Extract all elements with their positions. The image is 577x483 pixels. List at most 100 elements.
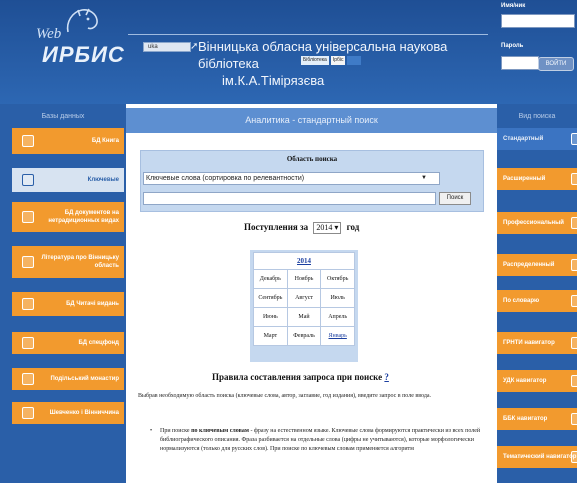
database-icon xyxy=(22,174,34,186)
search-type-heading: Вид поиска xyxy=(518,113,556,120)
language-select[interactable]: uka xyxy=(143,42,191,52)
arrivals-suffix: год xyxy=(346,222,360,233)
calendar-month: Декабрь xyxy=(253,269,288,289)
search-type-icon xyxy=(571,337,577,349)
search-type-item-8[interactable]: Тематический навигатор xyxy=(497,446,577,468)
login-button[interactable]: ВОЙТИ xyxy=(538,57,574,71)
search-type-item-0[interactable]: Стандартный xyxy=(497,128,577,150)
password-label: Пароль xyxy=(501,43,524,49)
search-type-icon xyxy=(571,413,577,425)
search-type-icon xyxy=(571,217,577,229)
calendar-month: Ноябрь xyxy=(286,269,322,289)
search-type-item-4[interactable]: По словарю xyxy=(497,290,577,312)
calendar-month: Июль xyxy=(320,288,355,308)
logo[interactable]: Web ИРБИС xyxy=(22,6,124,86)
sidebar-item-label: Подільський монастир xyxy=(50,376,119,382)
header-divider xyxy=(128,34,488,35)
login-input[interactable] xyxy=(501,14,575,28)
calendar-month: Октябрь xyxy=(320,269,355,289)
year-select[interactable]: 2014 ▾ xyxy=(313,222,342,234)
sidebar-item-label: Література про Вінницьку область xyxy=(41,255,119,269)
calendar-year-link[interactable]: 2014 xyxy=(253,252,355,270)
search-type-label: По словарю xyxy=(503,298,540,304)
calendar-month: Сентябрь xyxy=(253,288,288,308)
help-link[interactable]: ? xyxy=(384,372,389,382)
calendar-month: Август xyxy=(286,288,322,308)
search-type-icon xyxy=(571,133,577,145)
search-type-label: Профессиональный xyxy=(503,220,564,226)
calendar-month: Май xyxy=(286,307,322,327)
database-icon xyxy=(22,211,34,223)
sidebar-item-db-1[interactable]: Ключевые xyxy=(12,168,124,192)
database-icon xyxy=(22,135,34,147)
calendar-month: Апрель xyxy=(320,307,355,327)
sidebar-item-db-7[interactable]: Шевченко і Вінниччина xyxy=(12,402,124,424)
search-type-icon xyxy=(571,173,577,185)
search-type-item-5[interactable]: ГРНТИ навигатор xyxy=(497,332,577,354)
library-name-line1: Вінницька обласна універсальна наукова б… xyxy=(198,39,448,71)
keywords-emphasis: по ключевым словам xyxy=(191,428,249,434)
sidebar-item-db-6[interactable]: Подільський монастир xyxy=(12,368,124,390)
search-type-label: УДК навигатор xyxy=(503,378,547,384)
sidebar-item-label: БД спецфонд xyxy=(78,340,119,346)
search-type-item-1[interactable]: Расширенный xyxy=(497,168,577,190)
database-icon xyxy=(22,337,34,349)
badge-1[interactable]: Бібліотека xyxy=(301,56,329,65)
search-type-item-7[interactable]: ББК навигатор xyxy=(497,408,577,430)
sidebar-item-label: БД Читачі видань xyxy=(66,301,119,307)
arrivals-label: Поступления за xyxy=(244,222,309,233)
library-name-line2: ім.К.А.Тімірязєва xyxy=(222,73,325,88)
calendar-month[interactable]: Январь xyxy=(320,326,355,346)
database-icon xyxy=(22,373,34,385)
search-area-value: Ключевые слова (сортировка по релевантно… xyxy=(146,175,305,182)
database-icon xyxy=(22,256,34,268)
search-area-title: Область поиска xyxy=(286,155,338,163)
password-input[interactable] xyxy=(501,56,539,70)
arrivals-calendar: 2014 Декабрь Ноябрь Октябрь Сентябрь Август И… xyxy=(253,252,355,346)
header-badges: Бібліотека Ірбіс xyxy=(301,56,362,65)
search-area-select[interactable]: Ключевые слова (сортировка по релевантно… xyxy=(143,172,440,185)
search-type-icon xyxy=(571,295,577,307)
logo-irbis-text: ИРБИС xyxy=(42,42,125,67)
sidebar-item-db-3[interactable]: Література про Вінницьку область xyxy=(12,246,124,278)
search-type-item-3[interactable]: Распределенный xyxy=(497,254,577,276)
sidebar-item-db-5[interactable]: БД спецфонд xyxy=(12,332,124,354)
badge-2[interactable]: Ірбіс xyxy=(330,56,346,65)
search-type-item-2[interactable]: Профессиональный xyxy=(497,212,577,234)
search-type-icon xyxy=(571,451,577,463)
calendar-month: Июнь xyxy=(253,307,288,327)
sidebar-item-db-2[interactable]: БД документов на нетрадиционных видах xyxy=(12,202,124,232)
sidebar-item-db-0[interactable]: БД Книга xyxy=(12,128,124,154)
arrivals-row: Поступления за 2014 ▾ год xyxy=(244,222,359,234)
database-icon xyxy=(22,407,34,419)
sidebar-item-db-4[interactable]: БД Читачі видань xyxy=(12,292,124,316)
search-input[interactable] xyxy=(143,192,436,205)
search-type-label: Тематический навигатор xyxy=(503,454,577,460)
sidebar-item-label: Шевченко і Вінниччина xyxy=(49,410,119,416)
login-label: Имя/ник xyxy=(501,3,526,9)
sidebar-item-label: БД Книга xyxy=(91,138,119,144)
logo-web-text: Web xyxy=(36,26,62,42)
rules-bullet-keywords: При поиске по ключевым словам - фразу на… xyxy=(150,427,490,454)
search-type-item-6[interactable]: УДК навигатор xyxy=(497,370,577,392)
databases-heading: Базы данных xyxy=(41,113,85,120)
search-type-icon xyxy=(571,259,577,271)
search-type-label: Расширенный xyxy=(503,176,546,182)
rules-intro: Выбрав необходимую область поиска (ключе… xyxy=(138,393,432,399)
search-type-icon xyxy=(571,375,577,387)
calendar-month: Март xyxy=(253,326,288,346)
search-type-label: ГРНТИ навигатор xyxy=(503,340,555,346)
search-type-label: ББК навигатор xyxy=(503,416,548,422)
search-type-label: Стандартный xyxy=(503,136,544,142)
rules-title: Правила составления запроса при поиске ? xyxy=(212,372,389,382)
page-title: Аналитика - стандартный поиск xyxy=(126,108,497,133)
search-type-label: Распределенный xyxy=(503,262,555,268)
sidebar-item-label: БД документов на нетрадиционных видах xyxy=(48,210,119,224)
login-panel: Имя/ник Пароль xyxy=(497,0,577,104)
calendar-month: Февраль xyxy=(286,326,322,346)
badge-3[interactable] xyxy=(347,56,362,65)
chevron-down-icon: ▼ xyxy=(421,175,427,181)
sidebar-item-label: Ключевые xyxy=(87,177,119,183)
search-button[interactable]: Поиск xyxy=(439,192,471,205)
database-icon xyxy=(22,298,34,310)
